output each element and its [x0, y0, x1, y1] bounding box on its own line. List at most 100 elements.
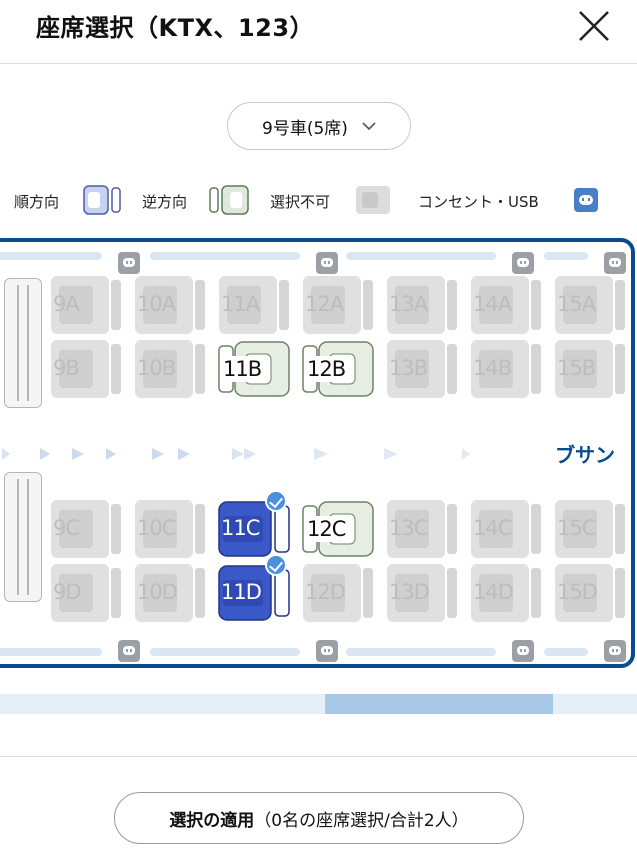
seat-label: 15A — [557, 292, 596, 316]
seat-15d: 15D — [553, 562, 627, 624]
seat-label: 12A — [305, 292, 344, 316]
seat-label: 12B — [305, 356, 348, 382]
horizontal-scrollbar[interactable] — [0, 694, 637, 714]
header: 座席選択（KTX、123） — [0, 0, 637, 64]
seat-label: 9D — [53, 580, 82, 604]
reverse-seat-icon — [209, 185, 249, 215]
seat-12d: 12D — [301, 562, 375, 624]
seat-9b: 9B — [49, 338, 123, 400]
outlet-icon — [512, 252, 534, 274]
door — [4, 472, 42, 602]
seat-13a: 13A — [385, 274, 459, 336]
train-car-map: ブサン 9A 10A 11A 12A 13A 14A 15A 9B 10B 11B 12B 13B 14… — [0, 238, 635, 668]
close-icon — [579, 11, 609, 41]
seat-label: 11B — [221, 356, 264, 382]
seat-13d: 13D — [385, 562, 459, 624]
footer-divider — [0, 756, 637, 757]
wall-rail — [544, 252, 588, 260]
seat-10d: 10D — [133, 562, 207, 624]
seat-14c: 14C — [469, 498, 543, 560]
wall-rail — [346, 252, 496, 260]
legend-unavailable-label: 選択不可 — [270, 193, 331, 211]
checkmark-icon — [265, 490, 287, 512]
legend-reverse-label: 逆方向 — [142, 193, 188, 211]
seat-label: 14B — [473, 356, 512, 380]
seat-12a: 12A — [301, 274, 375, 336]
outlet-icon — [118, 252, 140, 274]
seat-label: 15B — [557, 356, 596, 380]
seat-11c[interactable]: 11C — [217, 490, 291, 560]
door — [4, 278, 42, 408]
seat-label: 10B — [137, 356, 176, 380]
apply-detail: （0名の座席選択/合計2人） — [254, 810, 469, 831]
outlet-icon — [604, 640, 626, 662]
seat-12c[interactable]: 12C — [301, 498, 375, 560]
destination-label: ブサン — [555, 443, 615, 467]
seat-15b: 15B — [553, 338, 627, 400]
seat-9c: 9C — [49, 498, 123, 560]
outlet-usb-icon — [574, 188, 598, 212]
seat-label: 13C — [389, 516, 428, 540]
seat-14a: 14A — [469, 274, 543, 336]
seat-label: 14D — [473, 580, 514, 604]
wall-rail — [544, 648, 588, 656]
seat-label: 15C — [557, 516, 596, 540]
outlet-icon — [316, 252, 338, 274]
outlet-icon — [604, 252, 626, 274]
unavailable-seat-icon — [356, 186, 390, 214]
seat-label: 11C — [221, 516, 260, 540]
seat-14d: 14D — [469, 562, 543, 624]
seat-11d[interactable]: 11D — [217, 554, 291, 624]
seat-label: 11A — [221, 292, 260, 316]
seat-label: 13B — [389, 356, 428, 380]
seat-12b[interactable]: 12B — [301, 338, 375, 400]
seat-9d: 9D — [49, 562, 123, 624]
seat-label: 12D — [305, 580, 346, 604]
seat-10a: 10A — [133, 274, 207, 336]
close-button[interactable] — [572, 4, 616, 48]
seat-13c: 13C — [385, 498, 459, 560]
chevron-down-icon — [362, 122, 376, 131]
seat-15c: 15C — [553, 498, 627, 560]
seat-label: 15D — [557, 580, 598, 604]
outlet-icon — [118, 640, 140, 662]
wall-rail — [150, 648, 300, 656]
seat-10b: 10B — [133, 338, 207, 400]
apply-label: 選択の適用 — [169, 810, 255, 831]
seat-label: 9A — [53, 292, 80, 316]
seat-14b: 14B — [469, 338, 543, 400]
car-select-label: 9号車(5席) — [262, 118, 348, 139]
page-title: 座席選択（KTX、123） — [36, 14, 315, 42]
seat-label: 9B — [53, 356, 80, 380]
seat-11b[interactable]: 11B — [217, 338, 291, 400]
apply-selection-button[interactable]: 選択の適用 （0名の座席選択/合計2人） — [114, 792, 524, 844]
direction-arrows — [2, 448, 470, 460]
scrollbar-thumb[interactable] — [325, 694, 553, 714]
wall-rail — [0, 252, 102, 260]
legend-outlet-label: コンセント・USB — [418, 193, 539, 211]
car-select-dropdown[interactable]: 9号車(5席) — [227, 102, 411, 150]
legend-forward-label: 順方向 — [14, 193, 60, 211]
seat-label: 13D — [389, 580, 430, 604]
seat-legend: 順方向 逆方向 選択不可 コンセント・USB — [0, 180, 637, 220]
seat-label: 13A — [389, 292, 428, 316]
wall-rail — [150, 252, 300, 260]
seat-label: 14A — [473, 292, 512, 316]
forward-seat-icon — [83, 185, 121, 215]
seat-label: 11D — [221, 580, 262, 604]
checkmark-icon — [265, 554, 287, 576]
seat-11a: 11A — [217, 274, 291, 336]
wall-rail — [0, 648, 102, 656]
seat-label: 12C — [305, 516, 348, 542]
seat-15a: 15A — [553, 274, 627, 336]
seat-13b: 13B — [385, 338, 459, 400]
seat-9a: 9A — [49, 274, 123, 336]
outlet-icon — [512, 640, 534, 662]
seat-label: 14C — [473, 516, 512, 540]
seat-label: 10A — [137, 292, 176, 316]
seat-label: 10D — [137, 580, 178, 604]
seat-label: 10C — [137, 516, 176, 540]
outlet-icon — [316, 640, 338, 662]
seat-10c: 10C — [133, 498, 207, 560]
wall-rail — [346, 648, 496, 656]
